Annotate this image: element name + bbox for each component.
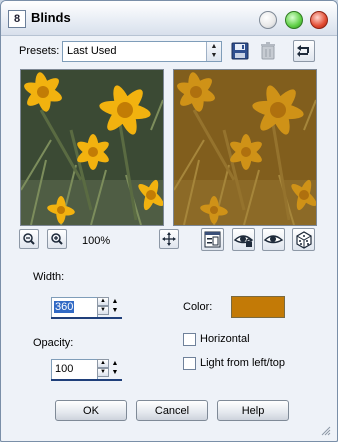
eye-lock-icon bbox=[233, 235, 254, 247]
width-value: 360 bbox=[54, 301, 75, 313]
width-slider-bar[interactable] bbox=[51, 317, 122, 319]
color-swatch[interactable] bbox=[231, 296, 285, 318]
reset-arrow-icon bbox=[297, 45, 309, 57]
help-button[interactable]: Help bbox=[217, 400, 289, 421]
flowers-image bbox=[21, 70, 163, 225]
updown-arrow-icon: ▲ ▼ bbox=[206, 42, 221, 61]
decrement-arrow-icon[interactable]: ▼ bbox=[97, 306, 109, 315]
zoom-out-button[interactable] bbox=[19, 229, 39, 249]
preview-window-icon bbox=[204, 231, 221, 248]
opacity-label: Opacity: bbox=[33, 337, 74, 349]
opacity-slider-bar[interactable] bbox=[51, 379, 122, 381]
horizontal-label: Horizontal bbox=[200, 333, 250, 345]
app-icon: 8 bbox=[8, 10, 26, 28]
result-preview[interactable] bbox=[173, 69, 317, 226]
eye-icon bbox=[263, 235, 284, 244]
reset-button[interactable] bbox=[293, 40, 315, 62]
save-preset-icon[interactable] bbox=[230, 41, 250, 61]
width-stepper[interactable]: 360 ▲ ▼ ▲ ▼ bbox=[51, 297, 122, 319]
width-spin-buttons[interactable]: ▲ ▼ bbox=[97, 297, 109, 316]
zoom-out-icon bbox=[23, 233, 35, 245]
zoom-in-button[interactable] bbox=[47, 229, 67, 249]
pan-button[interactable] bbox=[159, 229, 179, 249]
light-from-label: Light from left/top bbox=[200, 357, 285, 369]
proof-button[interactable] bbox=[262, 228, 285, 251]
proof-toggle-button[interactable] bbox=[201, 228, 224, 251]
increment-arrow-icon[interactable]: ▲ bbox=[97, 359, 109, 368]
width-input[interactable]: 360 bbox=[51, 297, 98, 318]
close-button[interactable] bbox=[310, 11, 328, 29]
minimize-button[interactable] bbox=[259, 11, 277, 29]
opacity-value: 100 bbox=[55, 363, 74, 375]
increment-arrow-icon[interactable]: ▲ bbox=[97, 297, 109, 306]
window-title: Blinds bbox=[31, 10, 71, 25]
blinds-result-image bbox=[174, 70, 316, 225]
zoom-level: 100% bbox=[82, 235, 111, 247]
presets-label: Presets: bbox=[19, 45, 60, 57]
auto-proof-button[interactable] bbox=[232, 228, 255, 251]
original-preview[interactable] bbox=[20, 69, 164, 226]
presets-value: Last Used bbox=[67, 45, 117, 57]
randomize-button[interactable] bbox=[292, 228, 315, 251]
maximize-button[interactable] bbox=[285, 11, 303, 29]
opacity-stepper[interactable]: 100 ▲ ▼ ▲ ▼ bbox=[51, 359, 122, 381]
width-label: Width: bbox=[33, 271, 65, 283]
dice-icon bbox=[296, 231, 312, 249]
light-from-checkbox[interactable] bbox=[183, 357, 196, 370]
slider-arrows-icon[interactable]: ▲ ▼ bbox=[110, 359, 120, 378]
slider-arrows-icon[interactable]: ▲ ▼ bbox=[110, 297, 120, 316]
color-label: Color: bbox=[183, 301, 213, 313]
opacity-input[interactable]: 100 bbox=[51, 359, 98, 380]
ok-button[interactable]: OK bbox=[55, 400, 127, 421]
opacity-spin-buttons[interactable]: ▲ ▼ bbox=[97, 359, 109, 378]
dialog-window: 8 Blinds Presets: Last Used ▲ ▼ 100% Wid… bbox=[0, 0, 338, 442]
decrement-arrow-icon[interactable]: ▼ bbox=[97, 368, 109, 377]
presets-dropdown[interactable]: Last Used ▲ ▼ bbox=[62, 41, 222, 62]
move-crosshair-icon bbox=[162, 232, 176, 246]
horizontal-checkbox[interactable] bbox=[183, 333, 196, 346]
resize-grip-icon[interactable] bbox=[320, 425, 331, 436]
delete-preset-icon[interactable] bbox=[258, 41, 278, 61]
title-bar[interactable]: 8 Blinds bbox=[1, 1, 337, 36]
cancel-button[interactable]: Cancel bbox=[136, 400, 208, 421]
zoom-in-icon bbox=[51, 233, 63, 245]
